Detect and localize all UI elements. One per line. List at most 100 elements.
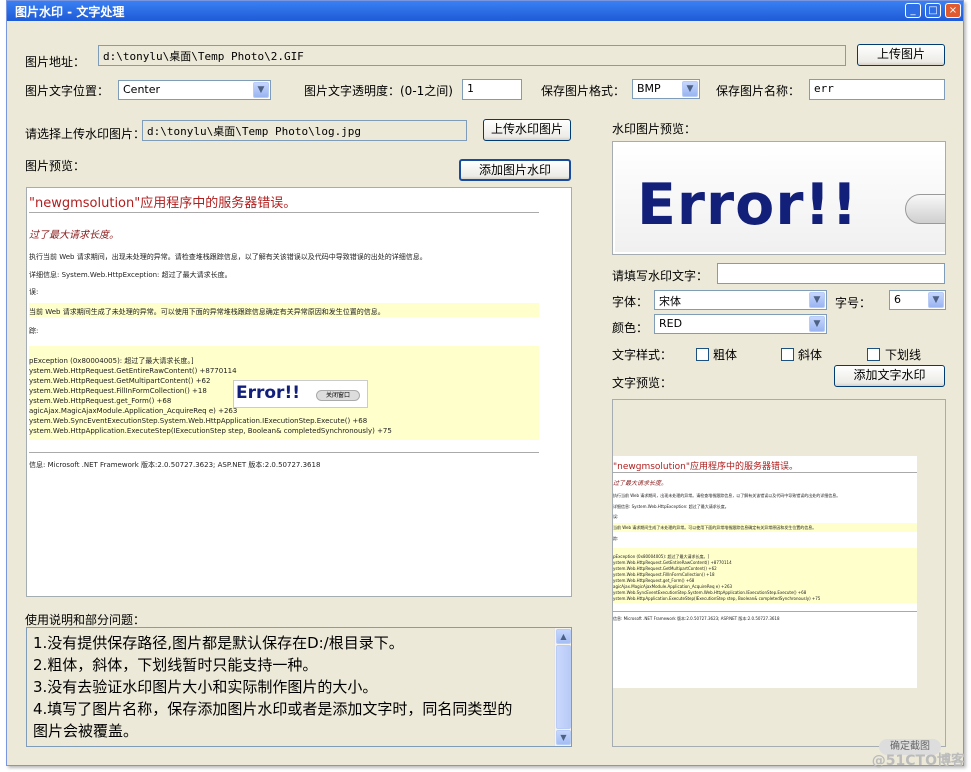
opacity-input[interactable]: 1 <box>462 79 522 100</box>
save-format-select[interactable]: BMP ▼ <box>632 79 700 99</box>
mini-stack-line: ystem.Web.HttpApplication.ExecuteStep(IE… <box>613 596 821 601</box>
watermark-image-label: 请选择上传水印图片： <box>25 127 146 141</box>
italic-checkbox[interactable] <box>781 348 794 361</box>
save-name-input[interactable]: err <box>809 79 945 100</box>
preview-subheading: 过了最大请求长度。 <box>29 230 119 241</box>
stack-line: pException (0x80004005): 超过了最大请求长度。] <box>29 357 194 365</box>
preview-line: 当前 Web 请求期间生成了未处理的异常。可以使用下面的异常堆栈跟踪信息确定有关… <box>29 308 385 316</box>
font-size-label: 字号： <box>835 296 872 310</box>
title-bar[interactable]: 图片水印 - 文字处理 _ □ × <box>7 1 963 21</box>
instructions-scrollbar[interactable]: ▲ ▼ <box>554 628 571 746</box>
instruction-line: 图片会被覆盖。 <box>33 722 139 740</box>
save-name-label: 保存图片名称： <box>716 84 801 98</box>
preview-heading: "newgmsolution"应用程序中的服务器错误。 <box>29 196 297 211</box>
save-format-label: 保存图片格式： <box>541 84 626 98</box>
mini-line: 详细信息: System.Web.HttpException: 超过了最大请求长… <box>613 504 729 509</box>
stack-line: ystem.Web.HttpRequest.GetMultipartConten… <box>29 377 211 385</box>
upload-watermark-button[interactable]: 上传水印图片 <box>483 119 571 141</box>
mini-line: 误: <box>613 514 619 519</box>
image-preview-label: 图片预览： <box>25 159 86 173</box>
maximize-icon[interactable]: □ <box>925 3 941 18</box>
color-value: RED <box>659 317 683 330</box>
corner-watermark: @51CTO博客 <box>871 753 965 769</box>
scroll-up-icon[interactable]: ▲ <box>556 629 571 644</box>
color-label: 颜色： <box>612 321 649 335</box>
preview-line: 误: <box>29 288 39 296</box>
window-title: 图片水印 - 文字处理 <box>15 5 125 19</box>
opacity-label: 图片文字透明度：(0-1之间) <box>304 84 453 98</box>
watermark-image-field[interactable]: d:\tonylu\桌面\Temp Photo\log.jpg <box>142 120 467 141</box>
watermark-preview-image: Error!! <box>615 144 945 252</box>
stack-line: ystem.Web.HttpRequest.get_Form() +68 <box>29 397 172 405</box>
chevron-down-icon[interactable]: ▼ <box>928 292 944 308</box>
instruction-line: 4.填写了图片名称，保存添加图片水印或者是添加文字时，同名同类型的 <box>33 700 513 718</box>
text-position-select[interactable]: Center ▼ <box>118 80 271 100</box>
preview-divider <box>29 212 539 213</box>
chevron-down-icon[interactable]: ▼ <box>253 82 269 98</box>
text-position-value: Center <box>123 83 161 96</box>
upload-image-button[interactable]: 上传图片 <box>857 44 945 66</box>
mini-version: 信息: Microsoft .NET Framework 版本:2.0.5072… <box>613 616 780 621</box>
preview-divider <box>29 452 539 453</box>
preview-line: 踪: <box>29 327 39 335</box>
bold-checkbox[interactable] <box>696 348 709 361</box>
mini-stack-line: ystem.Web.SyncEventExecutionStep.System.… <box>613 590 807 595</box>
mini-heading: "newgmsolution"应用程序中的服务器错误。 <box>613 462 799 472</box>
image-preview-panel: "newgmsolution"应用程序中的服务器错误。 过了最大请求长度。 执行… <box>26 187 572 597</box>
minimize-icon[interactable]: _ <box>905 3 921 18</box>
watermark-logo-text: Error!! <box>236 383 300 403</box>
preview-image: "newgmsolution"应用程序中的服务器错误。 过了最大请求长度。 执行… <box>29 190 539 502</box>
image-path-field[interactable]: d:\tonylu\桌面\Temp Photo\2.GIF <box>98 45 846 66</box>
instruction-line: 3.没有去验证水印图片大小和实际制作图片的大小。 <box>33 678 378 696</box>
font-select[interactable]: 宋体 ▼ <box>654 290 827 310</box>
mini-stack-line: agicAjax.MagicAjaxModule.Application_Acq… <box>613 584 733 589</box>
image-path-label: 图片地址： <box>25 55 86 69</box>
add-text-watermark-button[interactable]: 添加文字水印 <box>834 365 945 387</box>
instructions-label: 使用说明和部分问题： <box>25 613 146 627</box>
mini-stack-line: ystem.Web.HttpRequest.GetMultipartConten… <box>613 566 717 571</box>
stack-line: ystem.Web.HttpApplication.ExecuteStep(IE… <box>29 427 392 435</box>
bold-label: 粗体 <box>713 348 738 362</box>
text-preview-panel: "newgmsolution"应用程序中的服务器错误。 过了最大请求长度。 执行… <box>612 399 946 747</box>
watermark-overlay: Error!! 关闭窗口 <box>233 380 368 408</box>
add-image-watermark-button[interactable]: 添加图片水印 <box>459 159 571 181</box>
mini-line: 当前 Web 请求期间生成了未处理的异常。可以使用下面的异常堆栈跟踪信息确定有关… <box>613 525 817 530</box>
font-size-select[interactable]: 6 ▼ <box>889 290 946 310</box>
mini-subheading: 过了最大请求长度。 <box>613 480 668 487</box>
mini-divider <box>613 472 917 473</box>
text-style-label: 文字样式： <box>612 348 673 362</box>
watermark-preview-label: 水印图片预览： <box>612 122 697 136</box>
chevron-down-icon[interactable]: ▼ <box>809 316 825 332</box>
chevron-down-icon[interactable]: ▼ <box>682 81 698 97</box>
scroll-down-icon[interactable]: ▼ <box>556 730 571 745</box>
stack-line: ystem.Web.HttpRequest.GetEntireRawConten… <box>29 367 237 375</box>
preview-line: 执行当前 Web 请求期间，出现未处理的异常。请检查堆栈跟踪信息，以了解有关该错… <box>29 253 427 261</box>
preview-version: 信息: Microsoft .NET Framework 版本:2.0.5072… <box>29 461 321 469</box>
mini-stack-line: ystem.Web.HttpRequest.GetEntireRawConten… <box>613 560 732 565</box>
app-window: 图片水印 - 文字处理 _ □ × 图片地址： d:\tonylu\桌面\Tem… <box>6 0 964 766</box>
underline-checkbox[interactable] <box>867 348 880 361</box>
stack-line: ystem.Web.SyncEventExecutionStep.System.… <box>29 417 368 425</box>
save-format-value: BMP <box>637 82 661 95</box>
font-value: 宋体 <box>659 295 681 308</box>
instructions-textarea[interactable]: 1.没有提供保存路径,图片都是默认保存在D:/根目录下。 2.粗体，斜体，下划线… <box>26 627 572 747</box>
instruction-line: 2.粗体，斜体，下划线暂时只能支持一种。 <box>33 656 318 674</box>
scroll-thumb[interactable] <box>556 645 571 729</box>
underline-label: 下划线 <box>885 348 922 362</box>
mini-divider <box>613 611 917 612</box>
font-label: 字体： <box>612 295 649 309</box>
font-size-value: 6 <box>894 293 901 306</box>
mini-stack-line: ystem.Web.HttpRequest.get_Form() +68 <box>613 578 695 583</box>
instruction-line: 1.没有提供保存路径,图片都是默认保存在D:/根目录下。 <box>33 634 404 652</box>
watermark-preview-text: Error!! <box>637 172 859 238</box>
mini-line: 踪: <box>613 536 619 541</box>
italic-label: 斜体 <box>798 348 823 362</box>
text-preview-image: "newgmsolution"应用程序中的服务器错误。 过了最大请求长度。 执行… <box>613 456 917 688</box>
mini-stack-line: ystem.Web.HttpRequest.FillInFormCollecti… <box>613 572 715 577</box>
color-select[interactable]: RED ▼ <box>654 314 827 334</box>
preview-line: 详细信息: System.Web.HttpException: 超过了最大请求长… <box>29 271 232 279</box>
close-icon[interactable]: × <box>945 3 961 18</box>
chevron-down-icon[interactable]: ▼ <box>809 292 825 308</box>
watermark-text-input[interactable] <box>717 263 945 284</box>
text-preview-label: 文字预览： <box>612 376 673 390</box>
